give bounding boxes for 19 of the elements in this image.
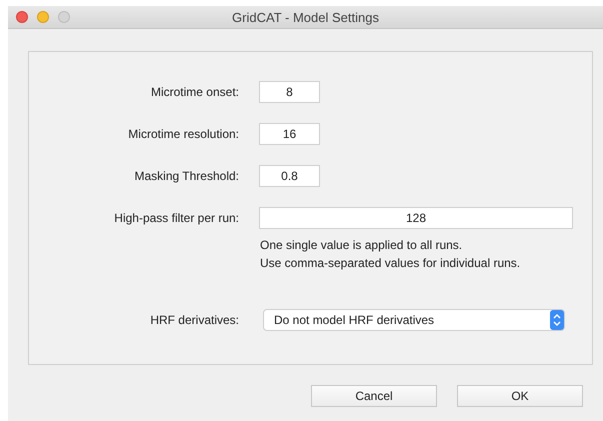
window-title: GridCAT - Model Settings (232, 10, 379, 24)
input-field[interactable]: 16 (259, 123, 320, 145)
close-icon[interactable] (16, 11, 28, 23)
input-field[interactable]: 128 (259, 207, 573, 229)
field-label: Masking Threshold: (134, 169, 240, 183)
field-label: HRF derivatives: (149, 313, 240, 327)
input-field[interactable]: 0.8 (259, 165, 320, 187)
dialog-button[interactable]: Cancel (311, 385, 437, 407)
stepper-icon (550, 310, 564, 330)
field-label: High-pass filter per run: (113, 211, 240, 225)
zoom-icon[interactable] (58, 11, 70, 23)
minimize-icon[interactable] (37, 11, 49, 23)
field-label: Microtime onset: (150, 85, 240, 99)
field-label: Microtime resolution: (127, 127, 240, 141)
input-field[interactable]: 8 (259, 81, 320, 103)
help-text: One single value is applied to all runs. (260, 237, 464, 254)
help-text: Use comma-separated values for individual runs. (260, 255, 522, 272)
dialog-button[interactable]: OK (457, 385, 583, 407)
dropdown[interactable]: Do not model HRF derivatives (263, 309, 565, 331)
